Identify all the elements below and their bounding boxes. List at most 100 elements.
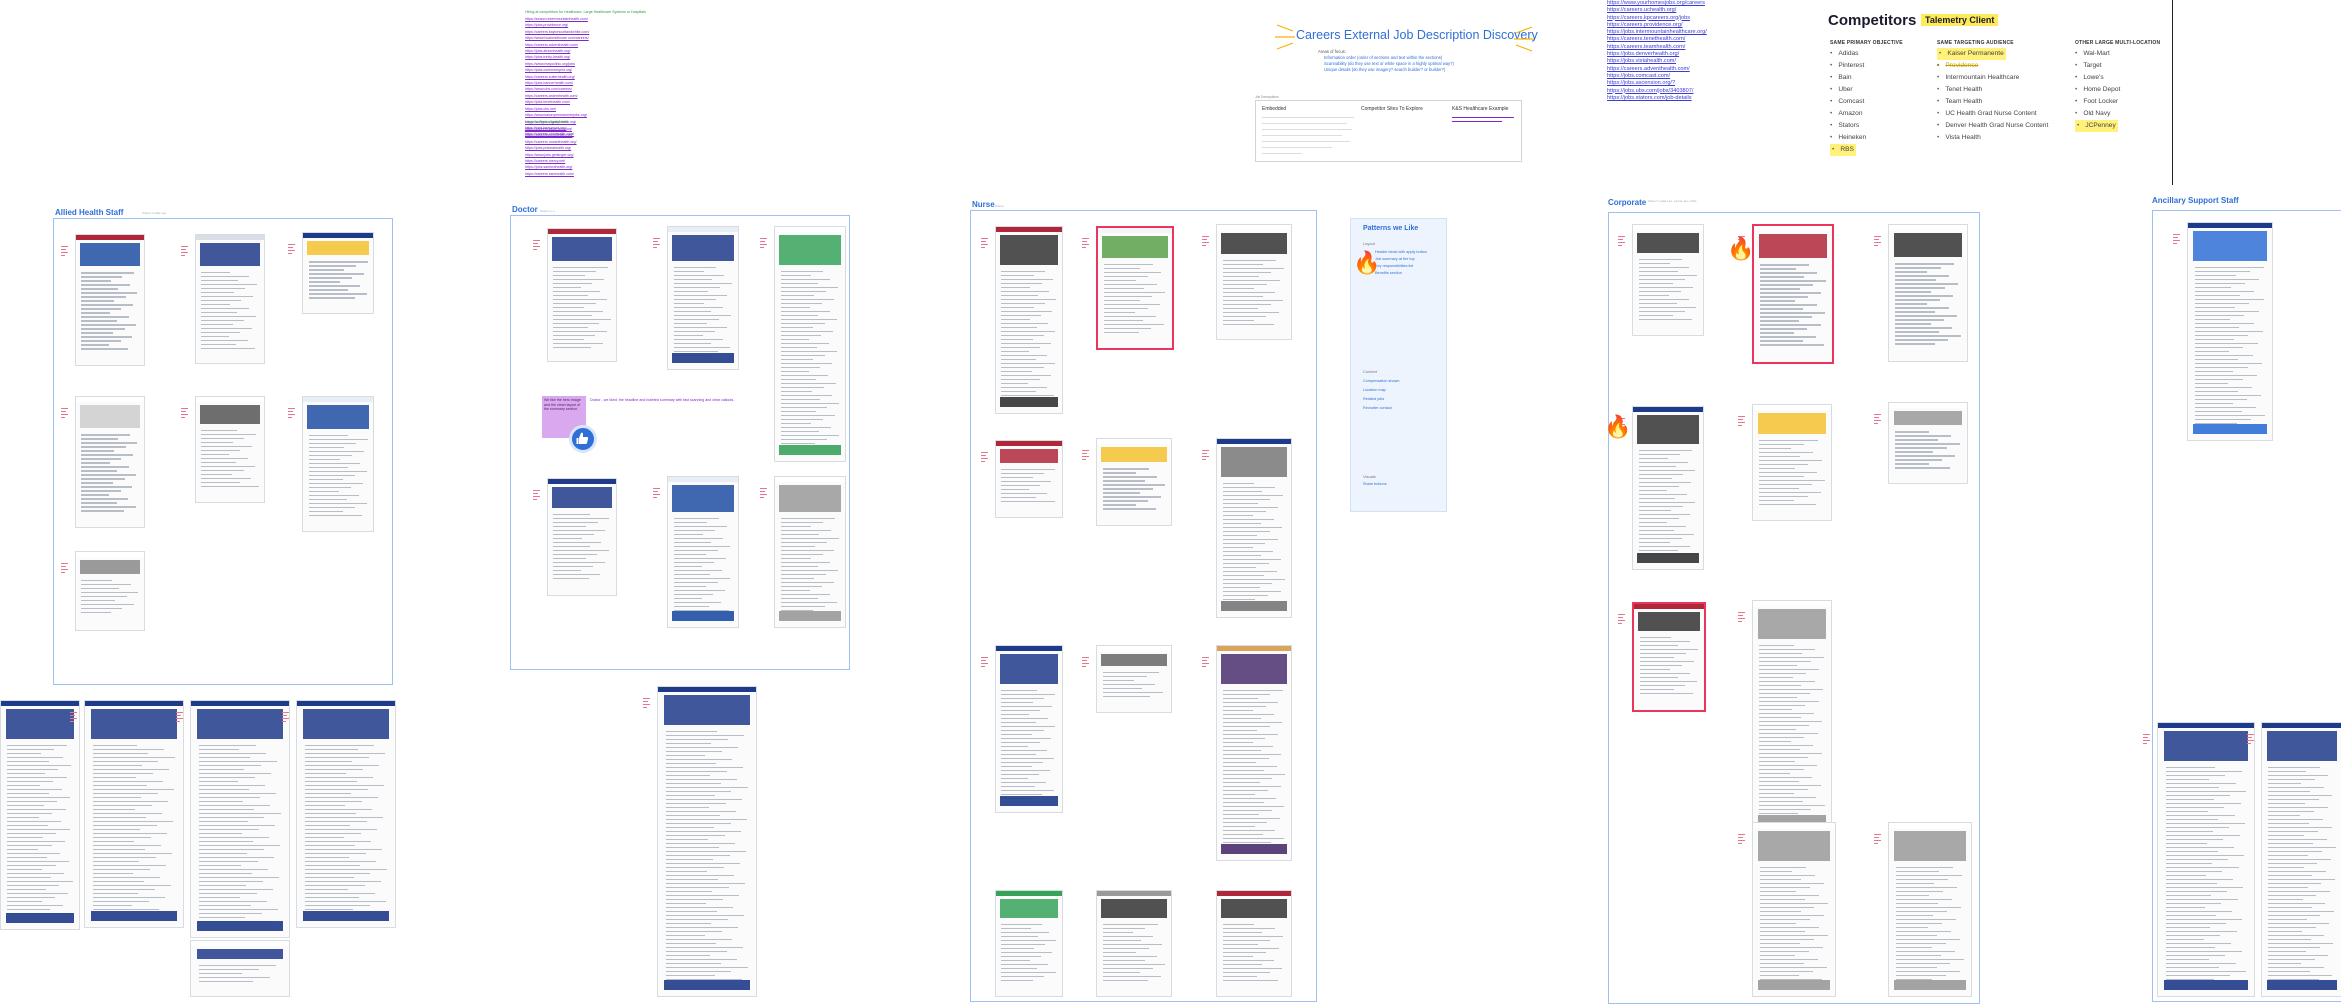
competitor-item: Pinterest	[1830, 60, 1866, 72]
pattern-item: Share buttons	[1363, 482, 1387, 486]
page-screenshot-thumbnail[interactable]	[1096, 438, 1172, 526]
url-link[interactable]: https://jobs.denverhealth.org/	[1607, 51, 1707, 58]
frame-title-allied: Allied Health Staff	[55, 208, 124, 217]
fire-icon: 🔥	[1727, 236, 1755, 261]
page-screenshot-thumbnail[interactable]	[75, 551, 145, 631]
page-screenshot-thumbnail[interactable]	[1752, 822, 1836, 997]
page-screenshot-thumbnail[interactable]	[302, 396, 374, 532]
competitor-item: Home Depot	[2075, 84, 2120, 96]
page-screenshot-thumbnail[interactable]	[1752, 224, 1834, 364]
annotation-marks	[1738, 612, 1745, 624]
url-link[interactable]: https://careers.providence.org/	[1607, 22, 1707, 29]
page-screenshot-thumbnail[interactable]	[190, 940, 290, 997]
url-list-typical: https://careers.ascension.org/ https://j…	[525, 126, 577, 177]
thumbs-up-icon	[569, 425, 597, 453]
page-screenshot-thumbnail[interactable]	[1096, 645, 1172, 713]
page-screenshot-thumbnail[interactable]	[1096, 226, 1174, 350]
url-link[interactable]: https://www.kaiserpermanentejobs.org/	[525, 112, 589, 118]
page-screenshot-thumbnail[interactable]	[547, 478, 617, 596]
page-screenshot-thumbnail[interactable]	[547, 228, 617, 362]
competitor-list-multi-location: Wal-Mart Target Lowe's Home Depot Foot L…	[2075, 48, 2120, 132]
page-screenshot-thumbnail[interactable]	[1632, 602, 1706, 712]
page-screenshot-thumbnail[interactable]	[774, 476, 846, 628]
competitor-item: Comcast	[1830, 96, 1866, 108]
frame-title-nurse: Nurse	[972, 200, 995, 209]
page-screenshot-thumbnail[interactable]	[1216, 890, 1292, 997]
url-link[interactable]: https://jobs.ascension.org/?	[1607, 80, 1707, 87]
frame-owner-doctor: Owner: L.L.	[540, 209, 556, 213]
annotation-marks	[181, 246, 188, 258]
url-link[interactable]: https://jobs.lifepointhealth.net/	[525, 132, 577, 138]
page-screenshot-thumbnail[interactable]	[1752, 404, 1832, 521]
page-screenshot-thumbnail[interactable]	[2261, 722, 2341, 997]
url-link[interactable]: https://careers.uchealth.org/	[1607, 7, 1707, 14]
page-screenshot-thumbnail[interactable]	[657, 686, 757, 997]
page-screenshot-thumbnail[interactable]	[995, 226, 1063, 414]
competitor-item: Intermountain Healthcare	[1937, 72, 2048, 84]
page-screenshot-thumbnail[interactable]	[75, 396, 145, 528]
annotation-marks	[981, 238, 988, 250]
page-screenshot-thumbnail[interactable]	[1888, 822, 1972, 997]
job-description-table: Embedded Competitor Sites To Explore K&S…	[1255, 100, 1522, 162]
url-link[interactable]: https://jobs.prismahealth.org/	[525, 145, 577, 151]
url-link[interactable]: https://www.hcahealthcare.com/careers/	[525, 35, 589, 41]
page-screenshot-thumbnail[interactable]	[302, 232, 374, 314]
url-link[interactable]: https://jobs.intermountainhealthcare.org…	[1607, 29, 1707, 36]
url-link[interactable]: https://careers.ssmhealth.com/	[525, 171, 577, 177]
page-screenshot-thumbnail[interactable]	[190, 700, 290, 938]
url-link[interactable]: https://careers.kpcareers.org/jobs	[1607, 15, 1707, 22]
table-col-embedded: Embedded	[1262, 106, 1287, 112]
annotation-marks	[1618, 236, 1625, 248]
page-screenshot-thumbnail[interactable]	[0, 700, 80, 930]
page-screenshot-thumbnail[interactable]	[1888, 402, 1968, 484]
url-link[interactable]: https://jobs.stators.com/job-details	[1607, 95, 1707, 102]
annotation-marks	[1618, 614, 1625, 626]
annotation-marks	[653, 488, 660, 500]
annotation-marks	[176, 712, 183, 724]
url-link[interactable]: https://careers.tenethealth.com/	[1607, 36, 1707, 43]
page-screenshot-thumbnail[interactable]	[995, 890, 1063, 997]
competitor-item: Providence	[1937, 60, 2048, 72]
url-link[interactable]: https://careers.teamhealth.com/	[1607, 44, 1707, 51]
url-link[interactable]: https://careers.adventhealth.com/	[1607, 66, 1707, 73]
annotation-marks	[1874, 834, 1881, 846]
page-screenshot-thumbnail[interactable]	[195, 234, 265, 364]
url-link[interactable]: https://jobs.sanfordhealth.org/	[525, 164, 577, 170]
page-screenshot-thumbnail[interactable]	[1632, 406, 1704, 570]
url-link[interactable]: https://jobs.vistahealth.com/	[1607, 58, 1707, 65]
annotation-marks	[288, 408, 295, 420]
page-screenshot-thumbnail[interactable]	[774, 226, 846, 462]
page-screenshot-thumbnail[interactable]	[1752, 600, 1832, 832]
page-screenshot-thumbnail[interactable]	[75, 234, 145, 366]
competitor-item: Amazon	[1830, 108, 1866, 120]
page-screenshot-thumbnail[interactable]	[667, 476, 739, 628]
competitor-item: Stators	[1830, 120, 1866, 132]
fire-icon: 🔥	[1604, 414, 1632, 439]
page-screenshot-thumbnail[interactable]	[1096, 890, 1172, 997]
competitor-item: Denver Health Grad Nurse Content	[1937, 120, 2048, 132]
page-screenshot-thumbnail[interactable]	[2187, 222, 2273, 441]
page-screenshot-thumbnail[interactable]	[84, 700, 184, 928]
url-link[interactable]: https://jobs.ubs.com/jobs/3403807/	[1607, 88, 1707, 95]
competitor-item: Heineken	[1830, 132, 1866, 144]
frame-title-ancillary: Ancillary Support Staff	[2152, 196, 2239, 205]
annotation-marks	[760, 488, 767, 500]
page-screenshot-thumbnail[interactable]	[1216, 438, 1292, 618]
page-screenshot-thumbnail[interactable]	[1888, 224, 1968, 362]
competitor-item: Bain	[1830, 72, 1866, 84]
page-screenshot-thumbnail[interactable]	[995, 440, 1063, 518]
annotation-marks	[1202, 236, 1209, 248]
page-screenshot-thumbnail[interactable]	[667, 226, 739, 370]
page-screenshot-thumbnail[interactable]	[995, 645, 1063, 813]
url-link[interactable]: https://www.yourhomesjobs.org/careers	[1607, 0, 1707, 7]
annotation-marks	[61, 408, 68, 420]
page-screenshot-thumbnail[interactable]	[1632, 224, 1704, 336]
page-screenshot-thumbnail[interactable]	[296, 700, 396, 928]
page-screenshot-thumbnail[interactable]	[1216, 224, 1292, 340]
page-screenshot-thumbnail[interactable]	[2157, 722, 2255, 997]
page-screenshot-thumbnail[interactable]	[195, 396, 265, 503]
competitor-item: Uber	[1830, 84, 1866, 96]
url-link[interactable]: https://jobs.comcast.com/	[1607, 73, 1707, 80]
page-screenshot-thumbnail[interactable]	[1216, 645, 1292, 861]
annotation-marks	[653, 238, 660, 250]
